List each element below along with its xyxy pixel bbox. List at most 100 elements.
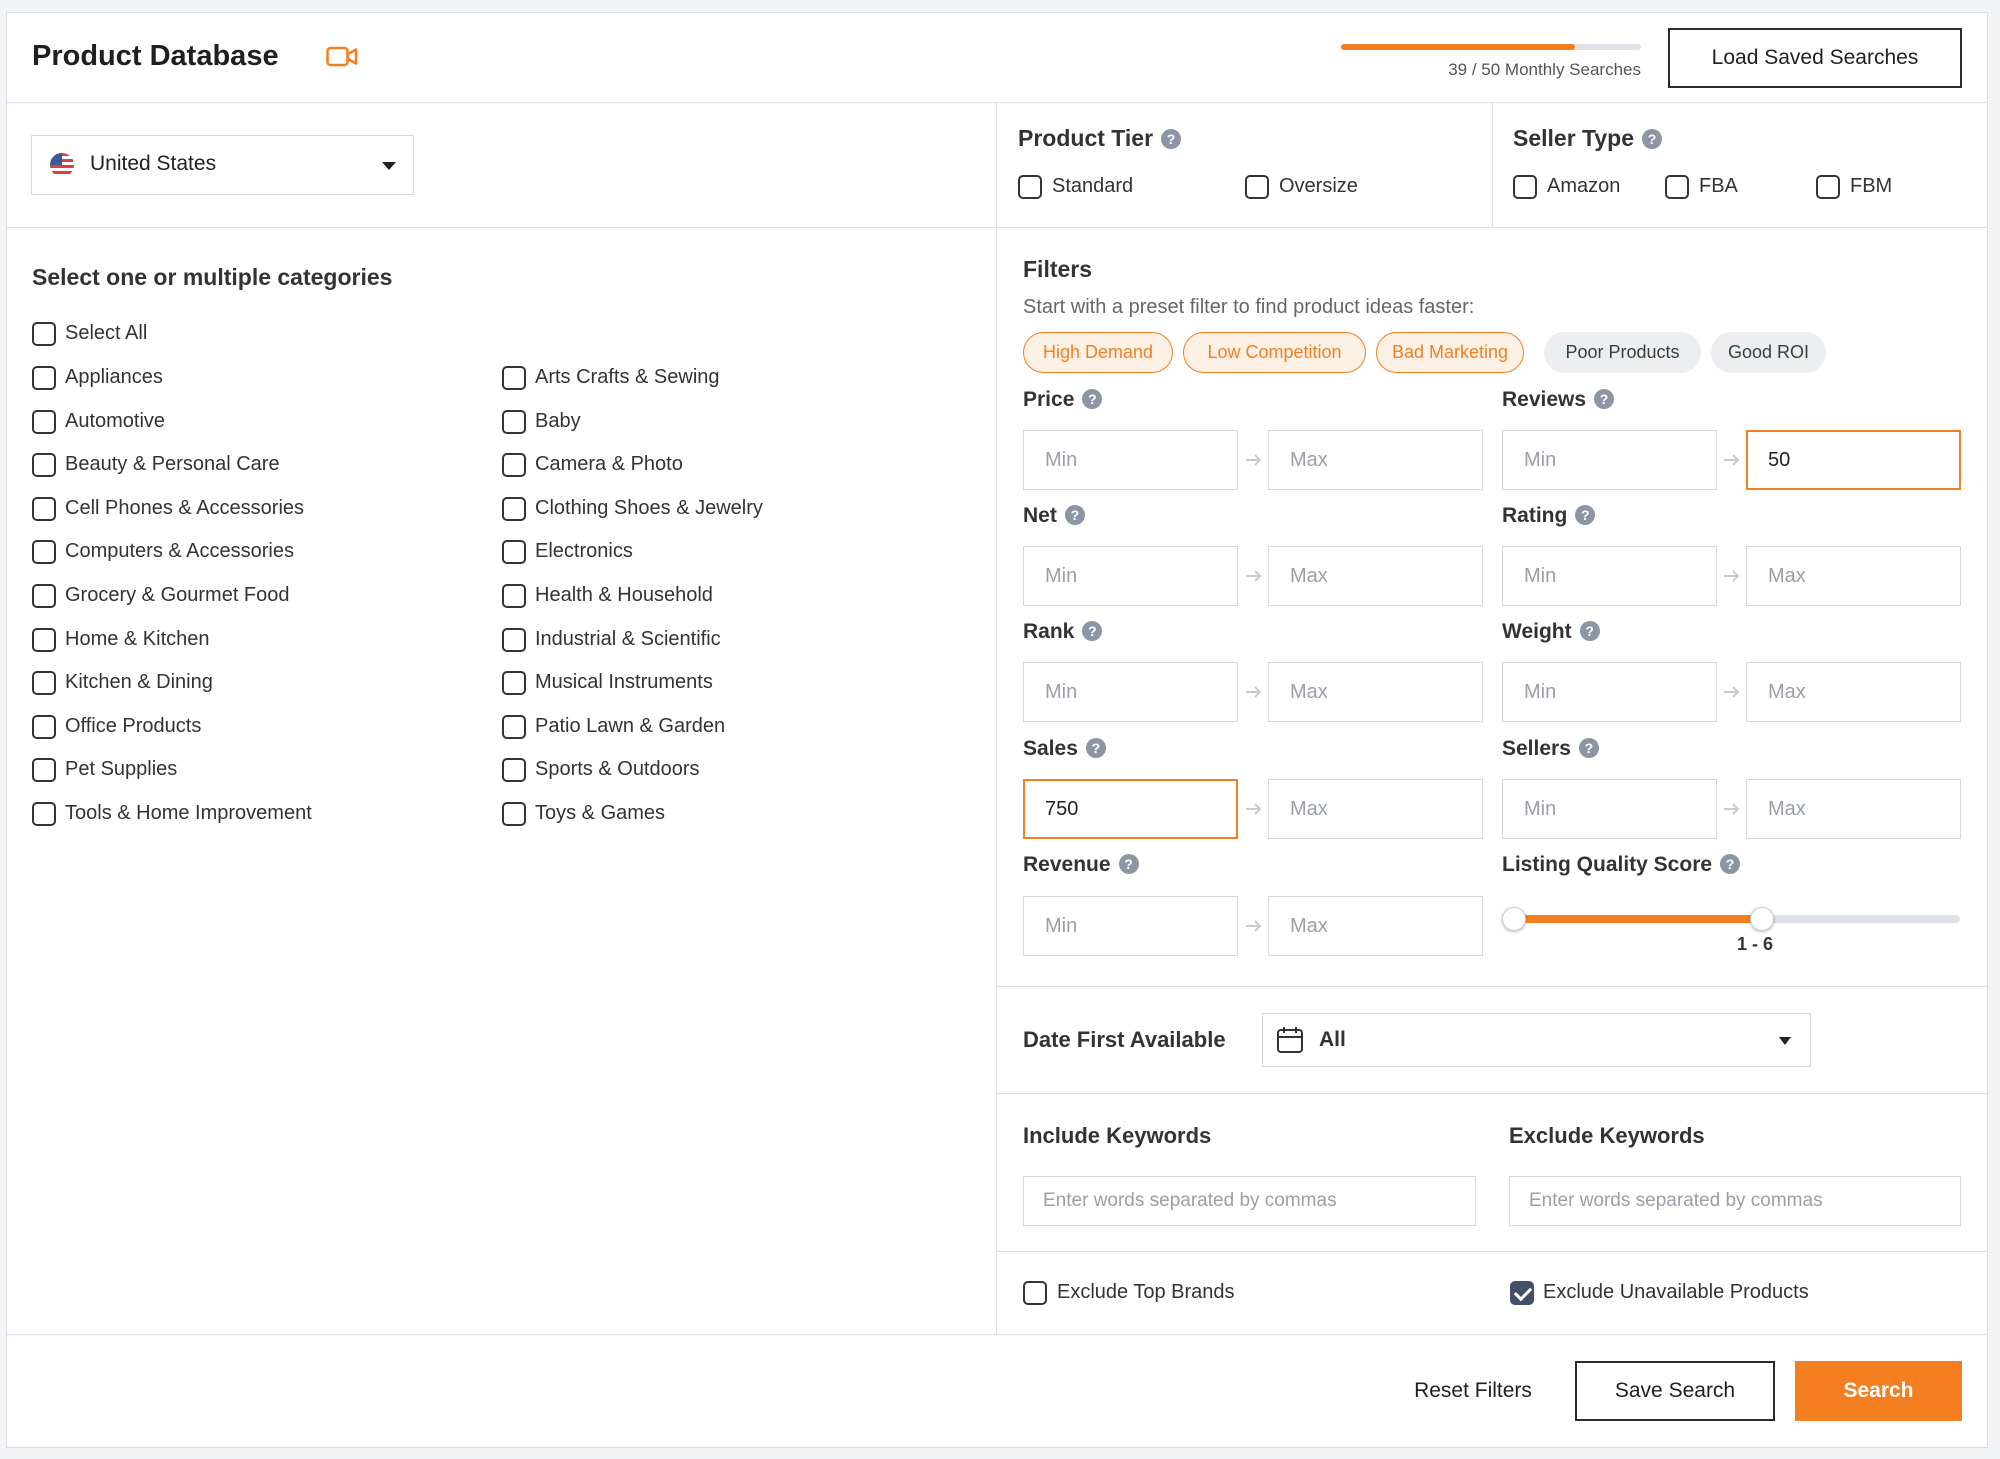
- fba-checkbox[interactable]: [1665, 175, 1689, 199]
- weight-min-input[interactable]: Min: [1502, 662, 1717, 722]
- help-icon[interactable]: ?: [1064, 505, 1085, 525]
- categories-heading: Select one or multiple categories: [32, 264, 393, 290]
- help-icon[interactable]: ?: [1161, 129, 1182, 149]
- arrow-right-icon: [1720, 799, 1744, 819]
- net-min-input[interactable]: Min: [1023, 546, 1238, 606]
- category-label: Patio Lawn & Garden: [535, 714, 726, 737]
- preset-high-demand[interactable]: High Demand: [1023, 332, 1173, 373]
- help-icon[interactable]: ?: [1578, 738, 1599, 758]
- category-label: Clothing Shoes & Jewelry: [535, 496, 763, 519]
- filters-heading: Filters: [1023, 256, 1093, 282]
- sales-max-input[interactable]: Max: [1268, 779, 1483, 839]
- category-label: Beauty & Personal Care: [65, 453, 280, 476]
- divider: [6, 227, 1988, 228]
- save-search-button[interactable]: Save Search: [1575, 1361, 1775, 1421]
- rank-min-input[interactable]: Min: [1023, 662, 1238, 722]
- exclude-keywords-input[interactable]: Enter words separated by commas: [1509, 1176, 1961, 1226]
- help-icon[interactable]: ?: [1118, 854, 1139, 874]
- date-first-available-select[interactable]: All: [1262, 1013, 1811, 1067]
- preset-low-competition[interactable]: Low Competition: [1183, 332, 1366, 373]
- sellers-min-input[interactable]: Min: [1502, 779, 1717, 839]
- arrow-right-icon: [1720, 566, 1744, 586]
- category-checkbox[interactable]: [502, 540, 526, 565]
- category-checkbox[interactable]: [32, 496, 56, 521]
- reset-filters-button[interactable]: Reset Filters: [1398, 1362, 1548, 1420]
- lqs-slider-range: [1514, 915, 1762, 923]
- category-checkbox[interactable]: [502, 453, 526, 478]
- video-tutorial-icon[interactable]: [326, 44, 358, 70]
- standard-label: Standard: [1052, 175, 1134, 197]
- category-checkbox[interactable]: [32, 366, 56, 390]
- category-checkbox[interactable]: [32, 627, 56, 652]
- lqs-slider-track[interactable]: [1502, 907, 1960, 931]
- help-icon[interactable]: ?: [1642, 129, 1663, 149]
- rank-max-input[interactable]: Max: [1268, 662, 1483, 722]
- reviews-max-input[interactable]: 50: [1746, 430, 1961, 490]
- category-label: Home & Kitchen: [65, 627, 210, 650]
- arrow-right-icon: [1242, 682, 1266, 702]
- help-icon[interactable]: ?: [1579, 621, 1600, 641]
- category-label: Kitchen & Dining: [65, 671, 213, 694]
- preset-bad-marketing[interactable]: Bad Marketing: [1376, 332, 1524, 373]
- category-checkbox[interactable]: [502, 409, 526, 434]
- category-checkbox[interactable]: [32, 671, 56, 696]
- country-select[interactable]: United States: [31, 135, 414, 195]
- help-icon[interactable]: ?: [1575, 505, 1596, 525]
- help-icon[interactable]: ?: [1720, 854, 1741, 874]
- category-checkbox[interactable]: [502, 496, 526, 521]
- help-icon[interactable]: ?: [1082, 389, 1103, 409]
- lqs-slider-min-handle[interactable]: [1502, 907, 1526, 931]
- sales-min-input[interactable]: 750: [1023, 779, 1238, 839]
- monthly-searches-progress-fill: [1341, 44, 1575, 50]
- category-checkbox[interactable]: [502, 366, 526, 390]
- preset-good-roi[interactable]: Good ROI: [1711, 332, 1826, 373]
- help-icon[interactable]: ?: [1082, 621, 1103, 641]
- category-checkbox[interactable]: [32, 802, 56, 826]
- category-checkbox[interactable]: [32, 758, 56, 783]
- sellers-max-input[interactable]: Max: [1746, 779, 1961, 839]
- category-label: Camera & Photo: [535, 453, 683, 476]
- rating-min-input[interactable]: Min: [1502, 546, 1717, 606]
- fbm-checkbox[interactable]: [1816, 175, 1840, 199]
- category-checkbox[interactable]: [502, 758, 526, 783]
- select-all-checkbox[interactable]: [32, 322, 56, 346]
- oversize-checkbox[interactable]: [1245, 175, 1269, 199]
- include-keywords-input[interactable]: Enter words separated by commas: [1023, 1176, 1476, 1226]
- category-checkbox[interactable]: [502, 714, 526, 739]
- preset-poor-products[interactable]: Poor Products: [1544, 332, 1701, 373]
- select-all-label: Select All: [65, 322, 148, 344]
- load-saved-searches-button[interactable]: Load Saved Searches: [1668, 28, 1962, 88]
- lqs-slider-max-handle[interactable]: [1749, 907, 1774, 931]
- category-checkbox[interactable]: [502, 584, 526, 608]
- filters-subtitle: Start with a preset filter to find produ…: [1023, 296, 1475, 318]
- amazon-checkbox[interactable]: [1513, 175, 1537, 199]
- help-icon[interactable]: ?: [1085, 738, 1106, 758]
- price-max-input[interactable]: Max: [1268, 430, 1483, 490]
- category-label: Computers & Accessories: [65, 540, 294, 563]
- exclude-unavailable-products-checkbox[interactable]: [1510, 1281, 1534, 1305]
- category-checkbox[interactable]: [32, 540, 56, 565]
- rating-max-input[interactable]: Max: [1746, 546, 1961, 606]
- category-checkbox[interactable]: [32, 409, 56, 434]
- fba-label: FBA: [1699, 175, 1738, 197]
- standard-checkbox[interactable]: [1018, 175, 1042, 199]
- search-button[interactable]: Search: [1795, 1361, 1962, 1421]
- category-checkbox[interactable]: [502, 671, 526, 696]
- help-icon[interactable]: ?: [1594, 389, 1615, 409]
- divider: [996, 986, 1988, 987]
- exclude-top-brands-label: Exclude Top Brands: [1057, 1281, 1235, 1303]
- exclude-top-brands-checkbox[interactable]: [1023, 1281, 1047, 1305]
- reviews-min-input[interactable]: Min: [1502, 430, 1717, 490]
- category-checkbox[interactable]: [502, 802, 526, 826]
- category-checkbox[interactable]: [32, 714, 56, 739]
- price-min-input[interactable]: Min: [1023, 430, 1238, 490]
- revenue-max-input[interactable]: Max: [1268, 896, 1483, 956]
- calendar-icon: [1275, 1025, 1305, 1055]
- category-checkbox[interactable]: [32, 453, 56, 478]
- revenue-min-input[interactable]: Min: [1023, 896, 1238, 956]
- exclude-unavailable-products-label: Exclude Unavailable Products: [1543, 1281, 1809, 1303]
- category-checkbox[interactable]: [32, 584, 56, 608]
- weight-max-input[interactable]: Max: [1746, 662, 1961, 722]
- category-checkbox[interactable]: [502, 627, 526, 652]
- net-max-input[interactable]: Max: [1268, 546, 1483, 606]
